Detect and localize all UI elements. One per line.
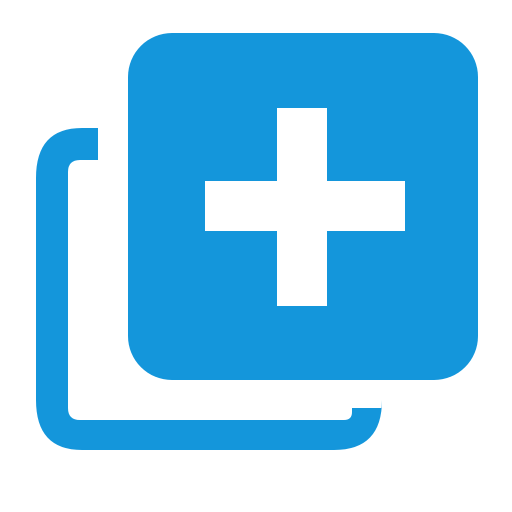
plus-horizontal-bar: [205, 181, 405, 231]
add-to-collection-icon[interactable]: [0, 0, 512, 512]
icon-canvas: [0, 0, 512, 512]
